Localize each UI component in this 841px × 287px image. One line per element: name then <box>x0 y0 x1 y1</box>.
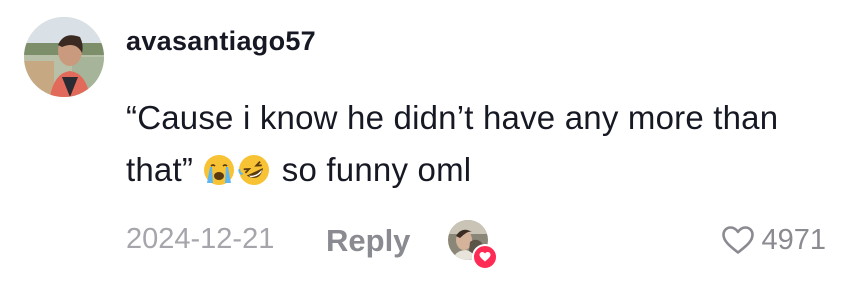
like-count: 4971 <box>761 223 826 256</box>
heart-outline-icon[interactable] <box>721 225 755 255</box>
comment-text-tail: so funny oml <box>281 151 472 188</box>
heart-filled-icon <box>479 252 491 262</box>
like-button[interactable]: 4971 <box>721 218 826 262</box>
creator-liked-badge <box>472 244 498 270</box>
rolling-on-floor-laughing-emoji <box>238 155 270 185</box>
reply-button[interactable]: Reply <box>326 223 410 259</box>
user-avatar[interactable] <box>24 17 104 97</box>
comment-item: avasantiago57 “Cause i know he didn’t ha… <box>0 0 841 287</box>
comment-text: “Cause i know he didn’t have any more th… <box>126 92 826 196</box>
comment-meta: 2024-12-21 Reply 4971 <box>126 218 826 270</box>
avatar-photo <box>24 17 104 97</box>
comment-username[interactable]: avasantiago57 <box>126 26 316 57</box>
comment-date: 2024-12-21 <box>126 223 275 255</box>
loudly-crying-face-emoji <box>204 155 235 185</box>
